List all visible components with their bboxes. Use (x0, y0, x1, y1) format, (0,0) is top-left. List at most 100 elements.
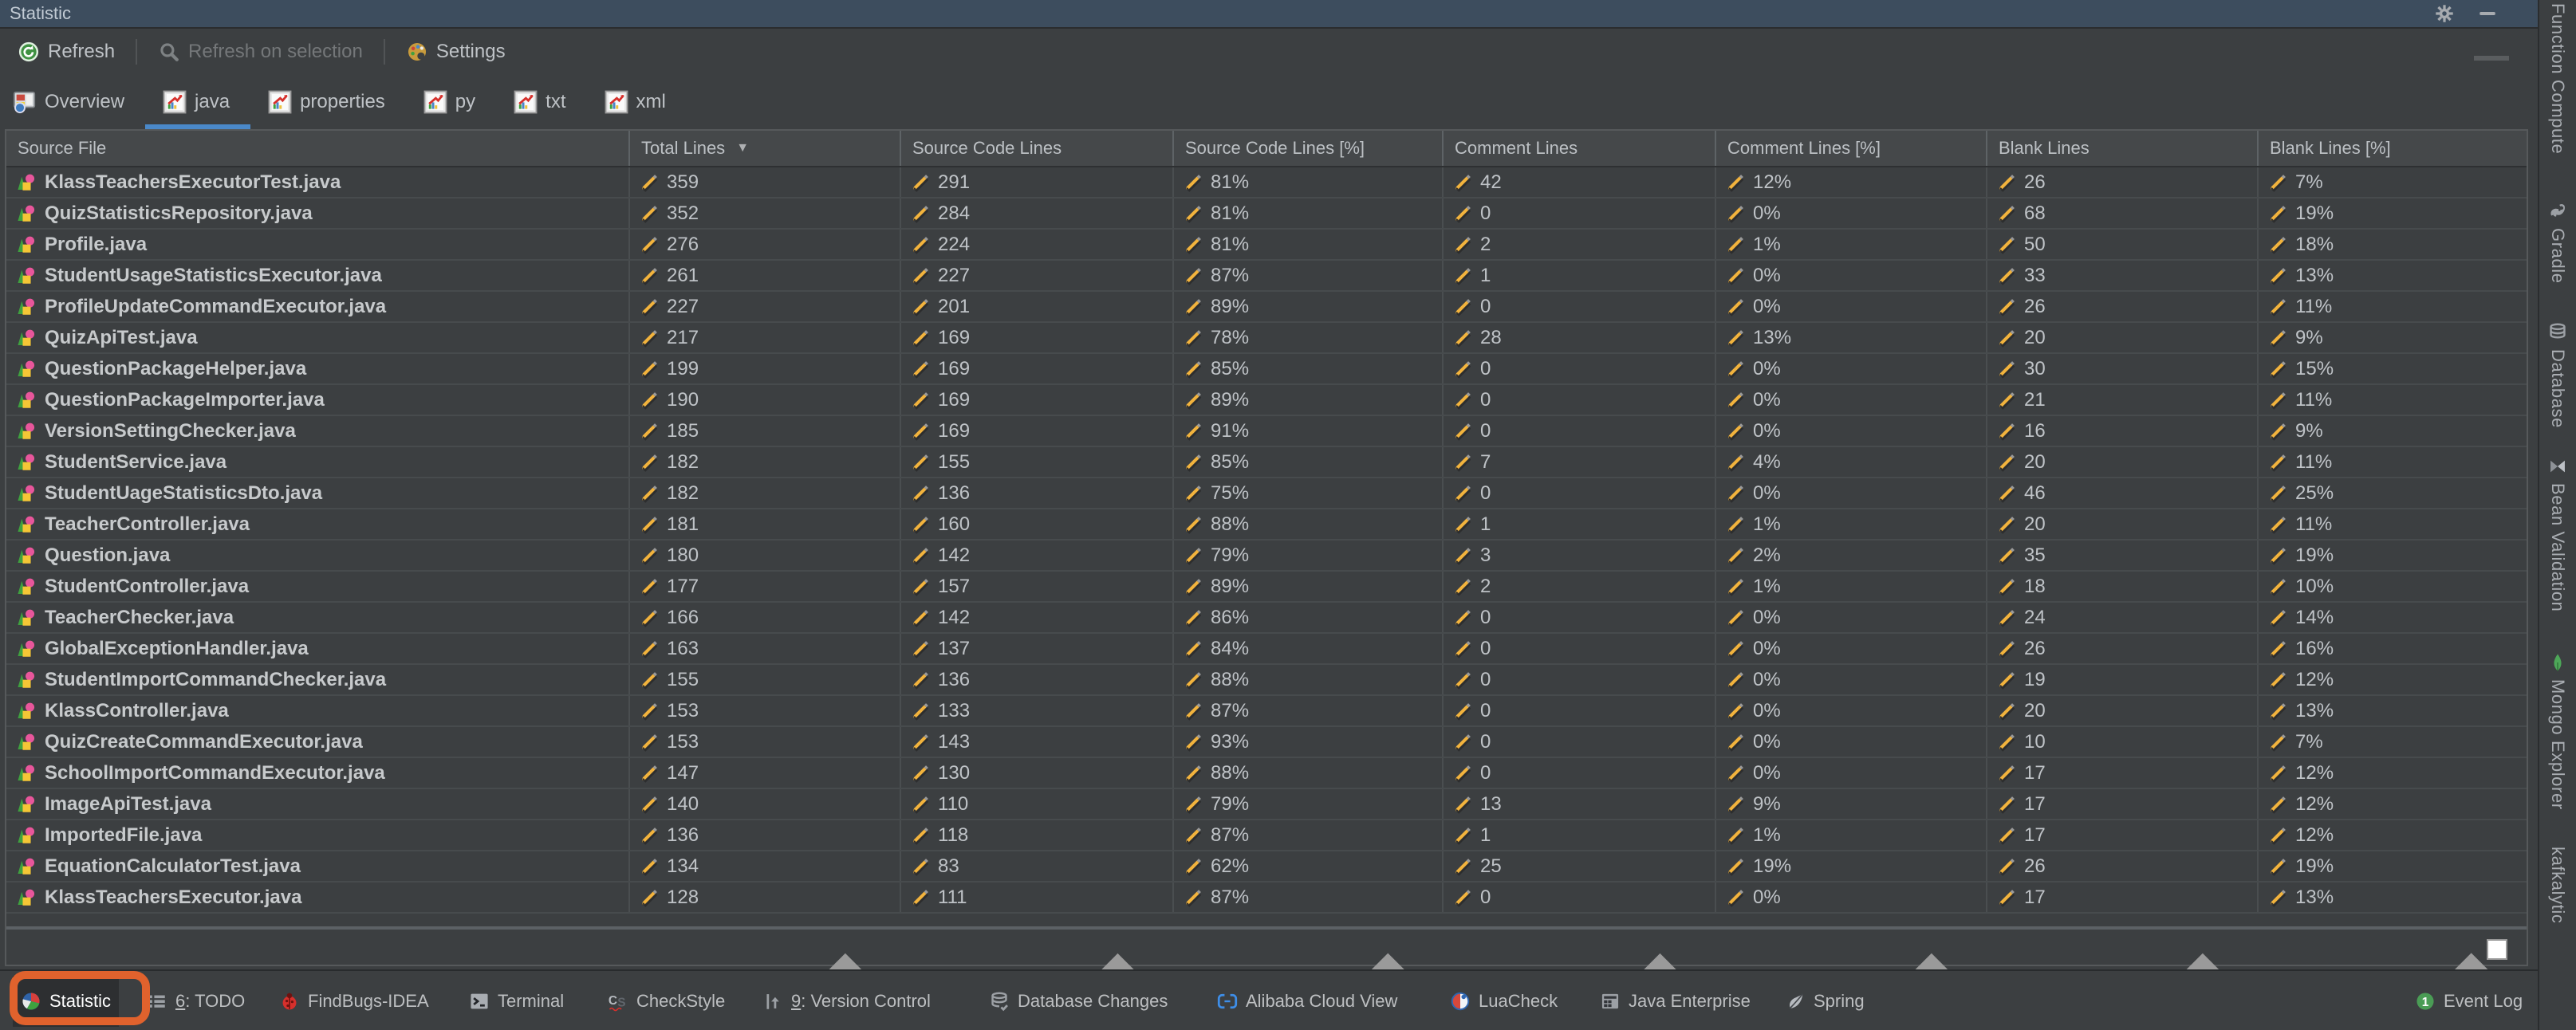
cell-value[interactable]: 201 (901, 292, 1174, 321)
cell-value[interactable]: 0% (1716, 261, 1987, 290)
cell-value[interactable]: 153 (630, 727, 901, 757)
cell-value[interactable]: 0 (1444, 696, 1716, 725)
cell-value[interactable]: 50 (1987, 230, 2259, 259)
statusbar-item-statistic[interactable]: Statistic (13, 976, 119, 1027)
table-row[interactable]: ImportedFile.java13611887%11%1712% (6, 820, 2527, 851)
cell-value[interactable]: 12% (2259, 789, 2527, 819)
table-row[interactable]: KlassTeachersExecutorTest.java35929181%4… (6, 167, 2527, 199)
cell-value[interactable]: 0 (1444, 416, 1716, 446)
cell-value[interactable]: 25% (2259, 478, 2527, 508)
cell-value[interactable]: 130 (901, 758, 1174, 788)
gear-icon[interactable] (2434, 3, 2455, 24)
statusbar-item-luacheck[interactable]: LuaCheck (1442, 976, 1566, 1027)
cell-value[interactable]: 88% (1174, 758, 1444, 788)
cell-value[interactable]: 81% (1174, 199, 1444, 228)
table-row[interactable]: GlobalExceptionHandler.java16313784%00%2… (6, 634, 2527, 665)
cell-value[interactable]: 177 (630, 572, 901, 601)
cell-value[interactable]: 143 (901, 727, 1174, 757)
cell-value[interactable]: 11% (2259, 447, 2527, 477)
cell-value[interactable]: 17 (1987, 758, 2259, 788)
cell-value[interactable]: 78% (1174, 323, 1444, 352)
cell-value[interactable]: 11% (2259, 509, 2527, 539)
cell-value[interactable]: 110 (901, 789, 1174, 819)
stripe-item-database[interactable]: Database (2539, 322, 2576, 428)
stripe-item-gradle[interactable]: Gradle (2539, 201, 2576, 284)
cell-value[interactable]: 136 (901, 478, 1174, 508)
refresh-button[interactable]: Refresh (10, 36, 123, 68)
cell-value[interactable]: 140 (630, 789, 901, 819)
cell-source-file[interactable]: QuestionPackageHelper.java (6, 354, 630, 383)
cell-value[interactable]: 180 (630, 541, 901, 570)
cell-source-file[interactable]: VersionSettingChecker.java (6, 416, 630, 446)
cell-value[interactable]: 19% (1716, 851, 1987, 881)
cell-value[interactable]: 157 (901, 572, 1174, 601)
cell-value[interactable]: 19% (2259, 199, 2527, 228)
table-row[interactable]: StudentUsageStatisticsExecutor.java26122… (6, 261, 2527, 292)
cell-value[interactable]: 2% (1716, 541, 1987, 570)
table-row[interactable]: EquationCalculatorTest.java1348362%2519%… (6, 851, 2527, 883)
cell-value[interactable]: 142 (901, 541, 1174, 570)
cell-value[interactable]: 147 (630, 758, 901, 788)
cell-value[interactable]: 142 (901, 603, 1174, 632)
cell-value[interactable]: 0% (1716, 696, 1987, 725)
column-header-comment-lines[interactable]: Comment Lines [%] (1716, 131, 1987, 166)
table-row[interactable]: VersionSettingChecker.java18516991%00%16… (6, 416, 2527, 447)
settings-button[interactable]: Settings (398, 36, 514, 68)
cell-source-file[interactable]: KlassController.java (6, 696, 630, 725)
cell-value[interactable]: 17 (1987, 820, 2259, 850)
cell-source-file[interactable]: Profile.java (6, 230, 630, 259)
cell-value[interactable]: 7 (1444, 447, 1716, 477)
table-row[interactable]: QuestionPackageHelper.java19916985%00%30… (6, 354, 2527, 385)
cell-value[interactable]: 227 (901, 261, 1174, 290)
table-row[interactable]: StudentUageStatisticsDto.java18213675%00… (6, 478, 2527, 509)
table-row[interactable]: ProfileUpdateCommandExecutor.java2272018… (6, 292, 2527, 323)
cell-value[interactable]: 13% (1716, 323, 1987, 352)
table-row[interactable]: QuestionPackageImporter.java19016989%00%… (6, 385, 2527, 416)
cell-source-file[interactable]: QuizApiTest.java (6, 323, 630, 352)
cell-value[interactable]: 19% (2259, 851, 2527, 881)
table-row[interactable]: StudentController.java17715789%21%1810% (6, 572, 2527, 603)
cell-value[interactable]: 111 (901, 883, 1174, 912)
column-header-source-code-lines[interactable]: Source Code Lines (901, 131, 1174, 166)
cell-value[interactable]: 136 (901, 665, 1174, 694)
column-header-source-file[interactable]: Source File (6, 131, 630, 166)
cell-value[interactable]: 20 (1987, 447, 2259, 477)
cell-source-file[interactable]: StudentUageStatisticsDto.java (6, 478, 630, 508)
cell-value[interactable]: 166 (630, 603, 901, 632)
cell-value[interactable]: 0% (1716, 634, 1987, 663)
cell-value[interactable]: 284 (901, 199, 1174, 228)
cell-value[interactable]: 2 (1444, 572, 1716, 601)
cell-value[interactable]: 11% (2259, 385, 2527, 415)
cell-value[interactable]: 89% (1174, 292, 1444, 321)
cell-value[interactable]: 276 (630, 230, 901, 259)
cell-value[interactable]: 13 (1444, 789, 1716, 819)
stripe-item-kafkalytic[interactable]: kafkalytic (2539, 847, 2576, 923)
column-header-blank-lines[interactable]: Blank Lines [%] (2259, 131, 2527, 166)
cell-value[interactable]: 13% (2259, 883, 2527, 912)
refresh-on-selection-button[interactable]: Refresh on selection (150, 36, 371, 68)
cell-value[interactable]: 62% (1174, 851, 1444, 881)
column-header-source-code-lines[interactable]: Source Code Lines [%] (1174, 131, 1444, 166)
cell-value[interactable]: 1 (1444, 509, 1716, 539)
cell-value[interactable]: 0% (1716, 758, 1987, 788)
cell-value[interactable]: 79% (1174, 789, 1444, 819)
table-row[interactable]: KlassController.java15313387%00%2013% (6, 696, 2527, 727)
cell-value[interactable]: 13% (2259, 261, 2527, 290)
stripe-item-mongo-explorer[interactable]: Mongo Explorer (2539, 652, 2576, 810)
cell-source-file[interactable]: QuizStatisticsRepository.java (6, 199, 630, 228)
table-row[interactable]: KlassTeachersExecutor.java12811187%00%17… (6, 883, 2527, 914)
cell-value[interactable]: 160 (901, 509, 1174, 539)
tab-xml[interactable]: xml (605, 86, 666, 118)
statusbar-item-9-version-control[interactable]: 9: Version Control (754, 976, 939, 1027)
stripe-item-bean-validation[interactable]: Bean Validation (2539, 456, 2576, 612)
cell-value[interactable]: 25 (1444, 851, 1716, 881)
cell-source-file[interactable]: Question.java (6, 541, 630, 570)
cell-value[interactable]: 190 (630, 385, 901, 415)
cell-value[interactable]: 182 (630, 478, 901, 508)
cell-value[interactable]: 352 (630, 199, 901, 228)
table-row[interactable]: ImageApiTest.java14011079%139%1712% (6, 789, 2527, 820)
cell-value[interactable]: 30 (1987, 354, 2259, 383)
cell-value[interactable]: 18% (2259, 230, 2527, 259)
cell-value[interactable]: 3 (1444, 541, 1716, 570)
statusbar-item-terminal[interactable]: Terminal (461, 976, 572, 1027)
